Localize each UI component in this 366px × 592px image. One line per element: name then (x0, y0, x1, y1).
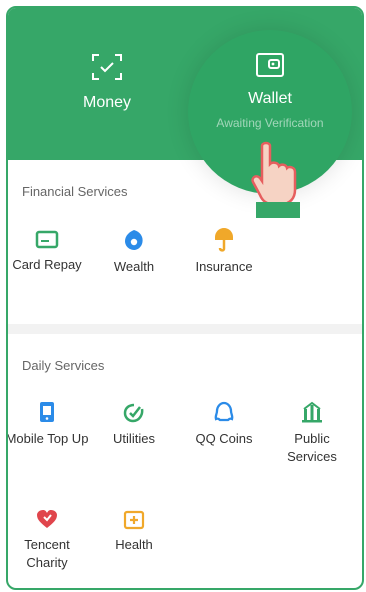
cursor-marker (256, 202, 300, 218)
utilities-label: Utilities (113, 431, 155, 446)
health-label: Health (115, 537, 153, 552)
daily-section-title: Daily Services (22, 358, 105, 373)
pointing-hand-icon (251, 141, 297, 206)
utilities-icon (123, 403, 144, 423)
qq-coins-label: QQ Coins (195, 431, 253, 446)
qq-coins-tile[interactable]: QQ Coins (182, 400, 266, 448)
wallet-status: Awaiting Verification (216, 116, 324, 130)
wealth-icon (125, 230, 143, 250)
qq-icon (214, 401, 234, 422)
tencent-charity-label: Tencent Charity (24, 537, 70, 570)
public-services-icon (302, 401, 322, 423)
financial-section-title: Financial Services (22, 184, 128, 199)
mobile-top-up-tile[interactable]: Mobile Top Up (6, 400, 89, 448)
health-icon (123, 510, 145, 530)
card-icon (35, 230, 59, 249)
scan-money-icon (92, 54, 122, 80)
charity-icon (37, 510, 57, 528)
wealth-label: Wealth (113, 259, 155, 274)
section-divider (8, 324, 362, 334)
card-repay-tile[interactable]: Card Repay (8, 230, 89, 274)
money-label: Money (82, 94, 132, 111)
money-button[interactable]: Money (52, 52, 162, 112)
wealth-tile[interactable]: Wealth (92, 228, 176, 276)
insurance-label: Insurance (195, 259, 253, 274)
mobile-top-up-label: Mobile Top Up (6, 431, 89, 446)
utilities-tile[interactable]: Utilities (92, 400, 176, 448)
health-tile[interactable]: Health (92, 510, 176, 554)
insurance-icon (215, 228, 233, 252)
header-banner: Money Wallet Awaiting Verification (8, 8, 362, 206)
public-services-tile[interactable]: Public Services (270, 400, 354, 466)
public-services-label: Public Services (287, 431, 337, 464)
insurance-tile[interactable]: Insurance (182, 226, 266, 276)
card-repay-label: Card Repay (12, 257, 82, 272)
wechat-pay-panel: Money Wallet Awaiting Verification Finan… (6, 6, 364, 590)
mobile-icon (40, 402, 54, 422)
wallet-icon (256, 53, 284, 77)
wallet-label: Wallet (248, 90, 292, 107)
wallet-button[interactable]: Wallet Awaiting Verification (188, 52, 352, 130)
tencent-charity-tile[interactable]: Tencent Charity (8, 508, 89, 572)
